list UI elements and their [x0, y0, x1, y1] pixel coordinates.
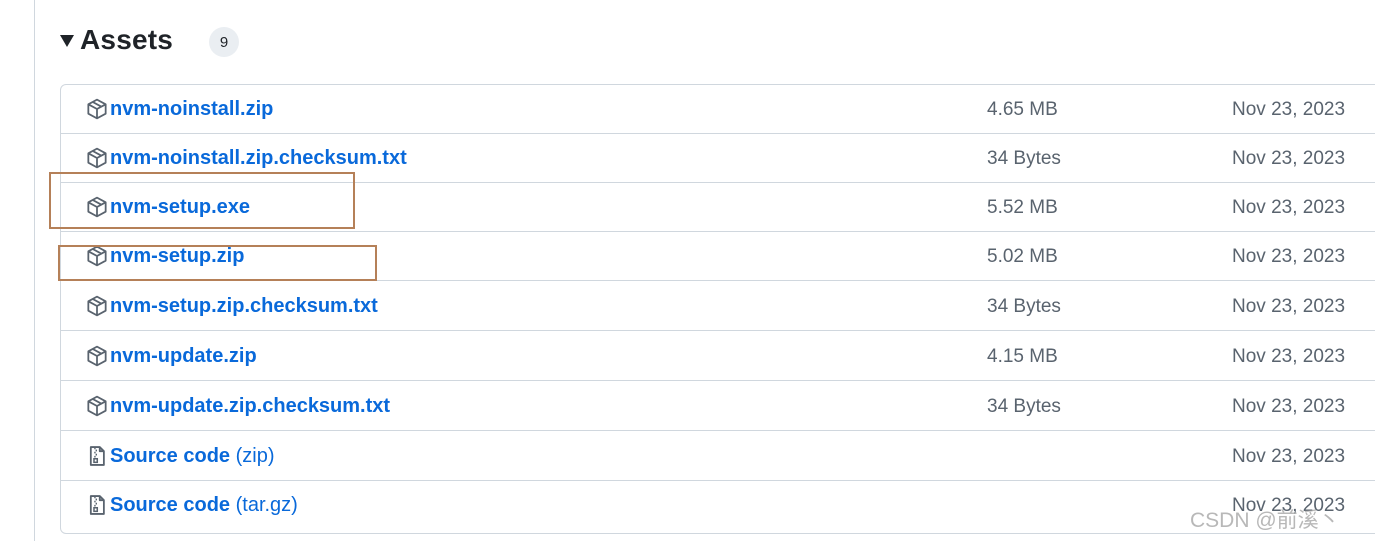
package-icon	[87, 395, 107, 417]
asset-row: nvm-setup.zip 5.02 MB Nov 23, 2023	[61, 232, 1375, 281]
asset-link-nvm-update-checksum[interactable]: nvm-update.zip.checksum.txt	[110, 395, 390, 418]
asset-row: nvm-update.zip.checksum.txt 34 Bytes Nov…	[61, 382, 1375, 431]
asset-date: Nov 23, 2023	[1232, 396, 1346, 417]
asset-link-nvm-setup-zip[interactable]: nvm-setup.zip	[110, 245, 244, 268]
asset-link-nvm-noinstall-zip[interactable]: nvm-noinstall.zip	[110, 98, 273, 121]
asset-name: nvm-update.zip	[110, 345, 257, 367]
source-code-zip-link[interactable]: Source code (zip)	[110, 445, 275, 468]
asset-date: Nov 23, 2023	[1232, 197, 1346, 218]
asset-name: nvm-noinstall.zip.checksum.txt	[110, 147, 407, 169]
asset-date: Nov 23, 2023	[1232, 346, 1346, 367]
asset-row: nvm-noinstall.zip 4.65 MB Nov 23, 2023	[61, 85, 1375, 134]
asset-format: (zip)	[230, 445, 275, 467]
assets-title: Assets	[80, 24, 174, 55]
package-icon	[87, 345, 107, 367]
assets-summary-toggle[interactable]: Assets 9	[60, 18, 240, 62]
package-icon	[87, 98, 107, 120]
asset-name: Source code	[110, 494, 231, 516]
asset-row: Source code (tar.gz) Nov 23, 2023	[61, 481, 1375, 530]
package-icon	[87, 196, 107, 218]
assets-count-badge: 9	[209, 27, 240, 57]
asset-date: Nov 23, 2023	[1232, 296, 1346, 317]
asset-size: 34 Bytes	[987, 296, 1061, 317]
source-code-targz-link[interactable]: Source code (tar.gz)	[110, 494, 298, 517]
asset-name: nvm-setup.zip.checksum.txt	[110, 295, 378, 317]
asset-name: nvm-setup.exe	[110, 196, 251, 218]
caret-down-icon	[60, 35, 74, 47]
asset-name: Source code	[110, 445, 231, 467]
file-zip-icon	[89, 446, 105, 466]
asset-date: Nov 23, 2023	[1232, 99, 1346, 120]
release-assets-page: Assets 9 nvm-noinstall.zip 4.65 MB Nov 2…	[0, 0, 1375, 541]
asset-row: nvm-update.zip 4.15 MB Nov 23, 2023	[61, 332, 1375, 381]
asset-row: nvm-noinstall.zip.checksum.txt 34 Bytes …	[61, 134, 1375, 183]
asset-size: 5.02 MB	[987, 246, 1058, 267]
asset-date: Nov 23, 2023	[1232, 148, 1346, 169]
asset-link-nvm-setup-exe[interactable]: nvm-setup.exe	[110, 196, 250, 219]
asset-size: 34 Bytes	[987, 148, 1061, 169]
asset-date: Nov 23, 2023	[1232, 495, 1346, 516]
asset-name: nvm-noinstall.zip	[110, 98, 274, 120]
asset-link-nvm-update-zip[interactable]: nvm-update.zip	[110, 345, 257, 368]
package-icon	[87, 147, 107, 169]
asset-size: 4.65 MB	[987, 99, 1058, 120]
asset-row: nvm-setup.exe 5.52 MB Nov 23, 2023	[61, 183, 1375, 232]
left-divider	[34, 0, 35, 541]
file-zip-icon	[89, 495, 105, 515]
asset-size: 5.52 MB	[987, 197, 1058, 218]
package-icon	[87, 245, 107, 267]
asset-link-nvm-setup-checksum[interactable]: nvm-setup.zip.checksum.txt	[110, 295, 378, 318]
asset-name: nvm-setup.zip	[110, 245, 245, 267]
asset-size: 34 Bytes	[987, 396, 1061, 417]
asset-link-nvm-noinstall-checksum[interactable]: nvm-noinstall.zip.checksum.txt	[110, 147, 407, 170]
asset-row: Source code (zip) Nov 23, 2023	[61, 432, 1375, 481]
asset-date: Nov 23, 2023	[1232, 246, 1346, 267]
asset-size: 4.15 MB	[987, 346, 1058, 367]
asset-row: nvm-setup.zip.checksum.txt 34 Bytes Nov …	[61, 282, 1375, 331]
assets-list: nvm-noinstall.zip 4.65 MB Nov 23, 2023 n…	[60, 84, 1375, 534]
asset-format: (tar.gz)	[230, 494, 298, 516]
package-icon	[87, 295, 107, 317]
asset-name: nvm-update.zip.checksum.txt	[110, 395, 391, 417]
asset-date: Nov 23, 2023	[1232, 446, 1346, 467]
